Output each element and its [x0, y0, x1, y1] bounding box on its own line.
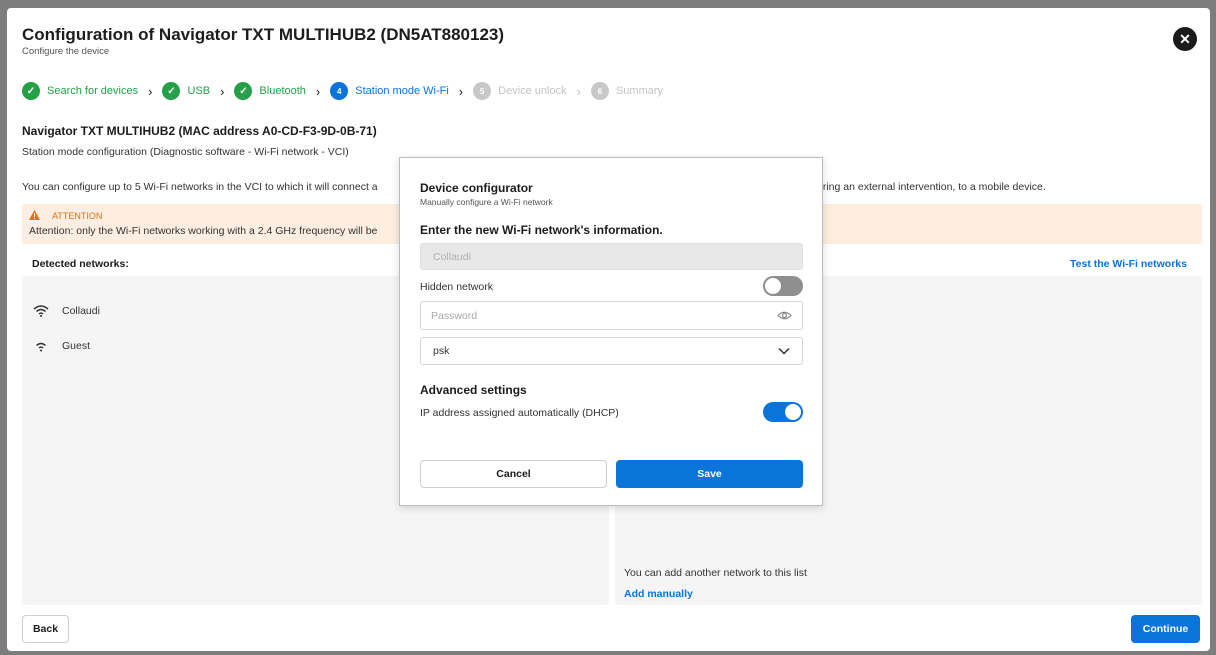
step-label: Summary: [615, 85, 664, 97]
step-search-for-devices[interactable]: ✓ Search for devices: [22, 82, 138, 100]
advanced-settings-heading: Advanced settings: [420, 383, 527, 397]
step-label: Search for devices: [47, 85, 139, 97]
chevron-right-icon: ›: [576, 83, 581, 99]
page-title: Configuration of Navigator TXT MULTIHUB2…: [22, 25, 505, 44]
info-text-start: You can configure up to 5 Wi-Fi networks…: [22, 181, 378, 193]
chevron-right-icon: ›: [458, 83, 464, 99]
step-device-unlock: 5 Device unlock: [473, 82, 567, 100]
eye-icon[interactable]: [777, 310, 792, 321]
step-station-mode-wifi[interactable]: 4 Station mode Wi-Fi: [330, 82, 449, 100]
step-label: Bluetooth: [259, 85, 306, 97]
wifi-icon: [36, 342, 46, 352]
password-field[interactable]: Password: [420, 301, 803, 330]
step-number: 6: [590, 82, 609, 100]
check-icon: ✓: [22, 82, 40, 100]
add-manually-link[interactable]: Add manually: [624, 588, 693, 600]
security-select[interactable]: psk: [420, 337, 803, 365]
test-wifi-networks-link[interactable]: Test the Wi-Fi networks: [1070, 258, 1187, 270]
continue-button[interactable]: Continue: [1131, 615, 1200, 643]
info-text-tail: uring an external intervention, to a mob…: [817, 181, 1046, 193]
dhcp-toggle[interactable]: [763, 402, 803, 422]
ssid-field: Collaudi: [420, 243, 803, 270]
hidden-network-label: Hidden network: [420, 281, 493, 293]
step-label: Device unlock: [498, 85, 567, 97]
toggle-knob: [785, 404, 801, 420]
chevron-right-icon: ›: [220, 83, 225, 99]
dhcp-label: IP address assigned automatically (DHCP): [420, 407, 619, 419]
attention-body: Attention: only the Wi-Fi networks worki…: [29, 225, 378, 237]
step-label: USB: [187, 85, 211, 97]
network-item-collaudi[interactable]: Collaudi: [33, 305, 100, 317]
stepper: ✓ Search for devices › ✓ USB › ✓ Bluetoo…: [22, 81, 663, 101]
dialog-subtitle: Manually configure a Wi-Fi network: [420, 197, 553, 207]
chevron-right-icon: ›: [315, 83, 321, 99]
network-name: Collaudi: [62, 305, 100, 317]
page-subtitle: Configure the device: [22, 46, 110, 57]
add-network-text: You can add another network to this list: [624, 567, 807, 579]
detected-networks-label: Detected networks:: [32, 258, 129, 270]
step-label: Station mode Wi-Fi: [355, 85, 449, 97]
step-number: 5: [473, 82, 492, 100]
device-heading: Navigator TXT MULTIHUB2 (MAC address A0-…: [22, 124, 377, 138]
check-icon: ✓: [162, 82, 181, 100]
security-value: psk: [433, 345, 450, 357]
chevron-down-icon: [778, 347, 790, 355]
step-bluetooth[interactable]: ✓ Bluetooth: [234, 82, 306, 100]
toggle-knob: [765, 278, 781, 294]
chevron-right-icon: ›: [148, 83, 153, 99]
step-usb[interactable]: ✓ USB: [162, 82, 210, 100]
check-icon: ✓: [234, 82, 253, 100]
wifi-icon: [33, 305, 49, 317]
step-summary: 6 Summary: [590, 82, 664, 100]
config-description: Station mode configuration (Diagnostic s…: [22, 146, 349, 158]
close-icon[interactable]: ✕: [1173, 27, 1197, 51]
attention-title: ATTENTION: [52, 211, 103, 221]
save-button[interactable]: Save: [616, 460, 803, 488]
device-configurator-dialog: Device configurator Manually configure a…: [399, 157, 823, 506]
dialog-title: Device configurator: [420, 181, 533, 195]
warning-icon: [29, 210, 40, 220]
dialog-prompt: Enter the new Wi-Fi network's informatio…: [420, 223, 663, 237]
password-placeholder: Password: [431, 309, 478, 322]
network-name: Guest: [62, 340, 91, 352]
cancel-button[interactable]: Cancel: [420, 460, 607, 488]
step-number: 4: [330, 82, 349, 100]
network-item-guest[interactable]: Guest: [33, 340, 90, 352]
back-button[interactable]: Back: [22, 615, 69, 643]
hidden-network-toggle[interactable]: [763, 276, 803, 296]
